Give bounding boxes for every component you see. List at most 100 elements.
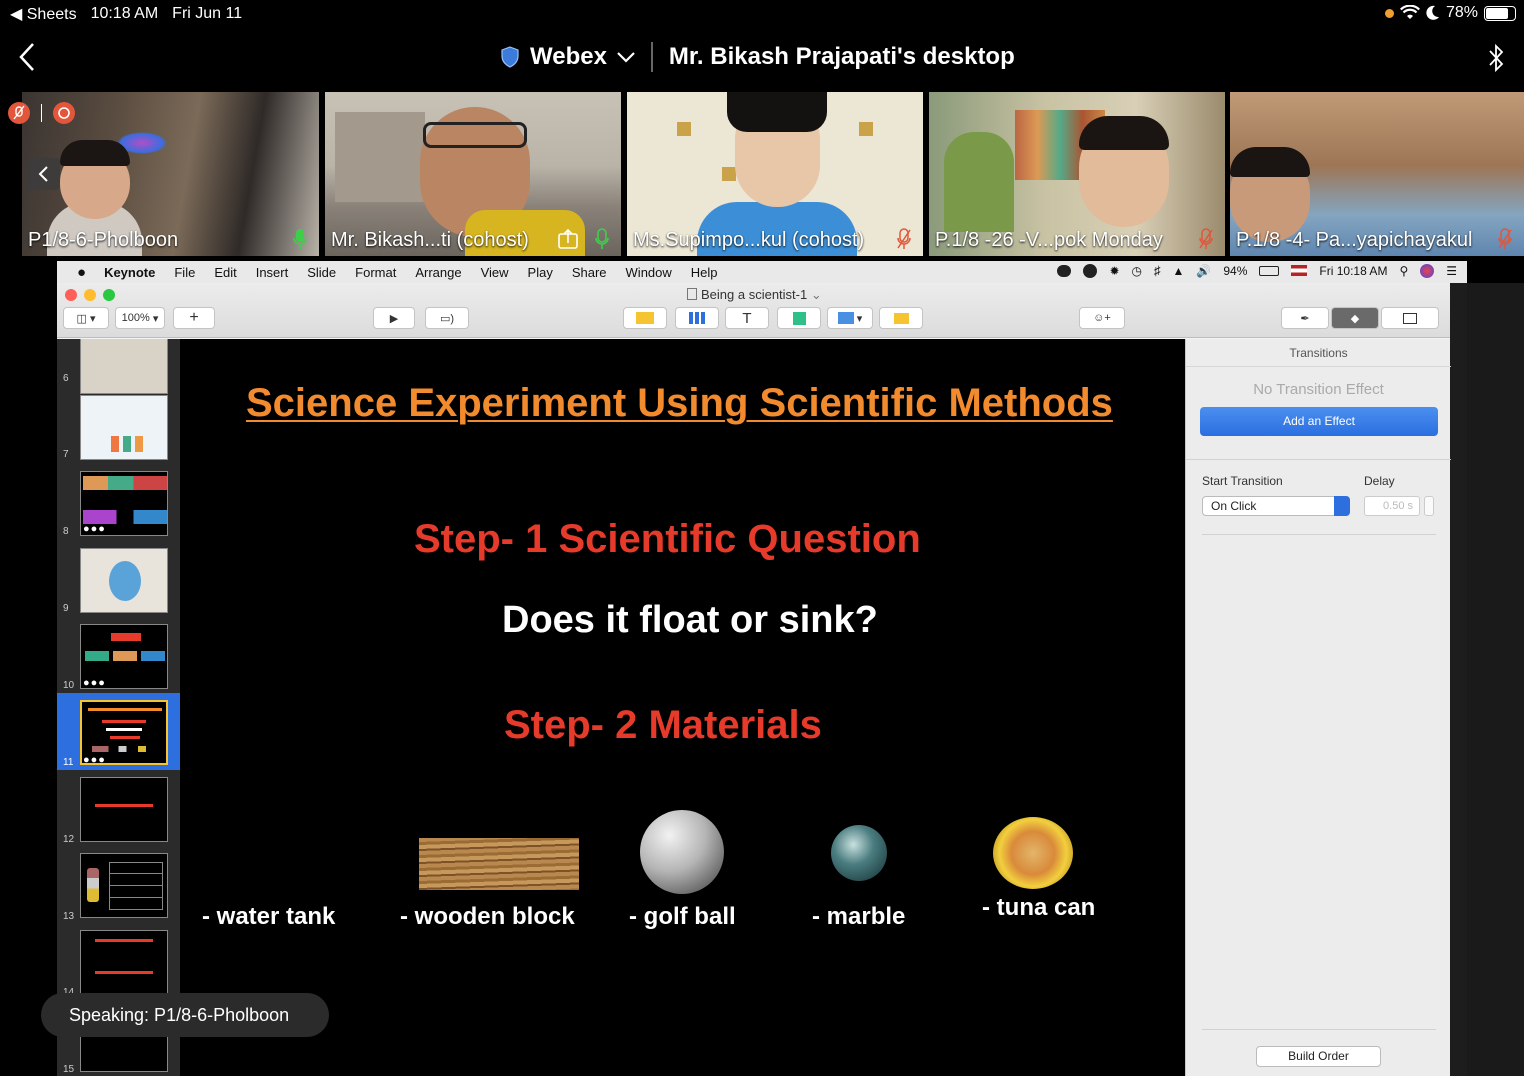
play-button[interactable]: ▶: [373, 307, 415, 329]
minimize-window-button[interactable]: [84, 289, 96, 301]
participant-tile[interactable]: P.1/8 -4- Pa...yapichayakul: [1230, 92, 1524, 256]
slide-canvas[interactable]: Science Experiment Using Scientific Meth…: [180, 339, 1185, 1076]
document-title[interactable]: Being a scientist-1: [701, 287, 807, 302]
material-label[interactable]: - water tank: [202, 903, 335, 931]
add-slide-button[interactable]: +: [173, 307, 215, 329]
battery-icon[interactable]: [1259, 265, 1280, 276]
mac-clock[interactable]: Fri 10:18 AM: [1319, 264, 1387, 278]
animate-inspector-button[interactable]: ◆: [1331, 307, 1379, 329]
close-window-button[interactable]: [65, 289, 77, 301]
participant-tile[interactable]: Mr. Bikash...ti (cohost): [325, 92, 621, 256]
spotlight-search-icon[interactable]: ⚲: [1399, 264, 1408, 278]
slide-thumbnail[interactable]: [80, 930, 168, 995]
mac-battery-percent[interactable]: 94%: [1223, 264, 1247, 278]
apple-menu-icon[interactable]: ●: [77, 264, 86, 281]
format-inspector-button[interactable]: ✒: [1281, 307, 1329, 329]
collaborate-button[interactable]: ☺+: [1079, 307, 1125, 329]
back-to-app-link[interactable]: ◀ Sheets: [10, 4, 77, 24]
flag-icon[interactable]: [1291, 265, 1308, 276]
delay-label: Delay: [1364, 474, 1395, 488]
start-transition-value: On Click: [1211, 499, 1257, 513]
material-label[interactable]: - golf ball: [629, 903, 736, 931]
menu-format[interactable]: Format: [355, 265, 396, 280]
material-label[interactable]: - tuna can: [982, 894, 1095, 922]
keynote-live-button[interactable]: ▭): [425, 307, 469, 329]
slide-thumbnail[interactable]: [80, 777, 168, 842]
time-machine-icon[interactable]: ◷: [1132, 264, 1142, 278]
document-icon: [687, 288, 697, 300]
material-label[interactable]: - marble: [812, 903, 905, 931]
inspector-tab-transitions[interactable]: Transitions: [1186, 339, 1451, 367]
bluetooth-icon[interactable]: ♯: [1154, 263, 1161, 278]
compass-icon[interactable]: [1083, 263, 1098, 278]
thumbnail-line: [95, 804, 153, 807]
back-chevron-icon[interactable]: [16, 42, 38, 72]
menu-edit[interactable]: Edit: [214, 265, 236, 280]
participant-tile[interactable]: Ms.Supimpo...kul (cohost): [627, 92, 923, 256]
step-1-heading[interactable]: Step- 1 Scientific Question: [414, 517, 921, 562]
zoom-select[interactable]: 100% ▾: [115, 307, 165, 329]
build-indicator-icon: ●●●: [83, 754, 106, 766]
volume-icon[interactable]: 🔊: [1196, 264, 1211, 278]
step-2-heading[interactable]: Step- 2 Materials: [504, 703, 822, 748]
add-effect-button[interactable]: Add an Effect: [1200, 407, 1438, 436]
text-button[interactable]: T: [725, 307, 769, 329]
delay-stepper[interactable]: [1424, 496, 1434, 516]
chevron-down-icon[interactable]: ⌄: [807, 287, 822, 302]
badge-divider: [41, 104, 42, 122]
menu-slide[interactable]: Slide: [307, 265, 336, 280]
scientific-question[interactable]: Does it float or sink?: [502, 599, 878, 642]
menu-arrange[interactable]: Arrange: [415, 265, 461, 280]
marble-image[interactable]: [831, 825, 887, 881]
select-arrows-icon: [1334, 496, 1350, 516]
siri-icon[interactable]: [1420, 263, 1435, 278]
menu-play[interactable]: Play: [528, 265, 553, 280]
build-order-button[interactable]: Build Order: [1256, 1046, 1381, 1067]
chevron-down-icon[interactable]: [617, 51, 635, 63]
thumbnail-table: [109, 862, 163, 910]
background-cabinet: [335, 112, 425, 202]
slide-thumbnail[interactable]: [80, 853, 168, 918]
zoom-window-button[interactable]: [103, 289, 115, 301]
wifi-icon[interactable]: ▲: [1173, 264, 1185, 278]
chart-button[interactable]: [675, 307, 719, 329]
participant-tile[interactable]: P.1/8 -26 -V...pok Monday: [929, 92, 1225, 256]
play-icon: ▶: [389, 312, 399, 325]
webex-app-menu[interactable]: Webex: [530, 43, 607, 71]
slide-thumbnail[interactable]: [80, 339, 168, 394]
slide-thumbnail[interactable]: [80, 395, 168, 460]
shape-button[interactable]: [777, 307, 821, 329]
menu-share[interactable]: Share: [572, 265, 607, 280]
mac-menu-bar: ● Keynote File Edit Insert Slide Format …: [57, 261, 1467, 283]
document-inspector-button[interactable]: [1381, 307, 1439, 329]
comment-button[interactable]: [879, 307, 923, 329]
self-muted-badge[interactable]: [8, 102, 30, 124]
wooden-block-image[interactable]: [419, 838, 579, 890]
chevron-left-icon: [38, 166, 48, 182]
gear-icon[interactable]: ✹: [1109, 264, 1119, 278]
start-transition-select[interactable]: On Click: [1202, 496, 1350, 516]
menu-app-name[interactable]: Keynote: [104, 265, 155, 280]
notification-center-icon[interactable]: ☰: [1446, 264, 1457, 278]
wifi-icon: [1399, 5, 1420, 19]
material-label[interactable]: - wooden block: [400, 903, 575, 931]
slide-title[interactable]: Science Experiment Using Scientific Meth…: [246, 381, 1113, 426]
menu-window[interactable]: Window: [626, 265, 672, 280]
tuna-can-image[interactable]: [993, 817, 1073, 889]
delay-input[interactable]: 0.50 s: [1364, 496, 1420, 516]
scroll-left-button[interactable]: [28, 158, 60, 190]
menu-help[interactable]: Help: [691, 265, 718, 280]
participant-hair: [60, 140, 130, 166]
menu-view[interactable]: View: [481, 265, 509, 280]
media-button[interactable]: ▾: [827, 307, 873, 329]
view-button[interactable]: ◫ ▾: [63, 307, 109, 329]
bluetooth-icon[interactable]: [1486, 42, 1506, 74]
participant-strip: P1/8-6-Pholboon Mr. Bikash...ti (cohost): [0, 92, 1524, 256]
table-button[interactable]: [623, 307, 667, 329]
menu-insert[interactable]: Insert: [256, 265, 289, 280]
line-app-icon[interactable]: [1057, 264, 1072, 277]
menu-file[interactable]: File: [174, 265, 195, 280]
slide-thumbnail[interactable]: [80, 548, 168, 613]
divider: [1202, 1029, 1436, 1030]
golf-ball-image[interactable]: [640, 810, 724, 894]
